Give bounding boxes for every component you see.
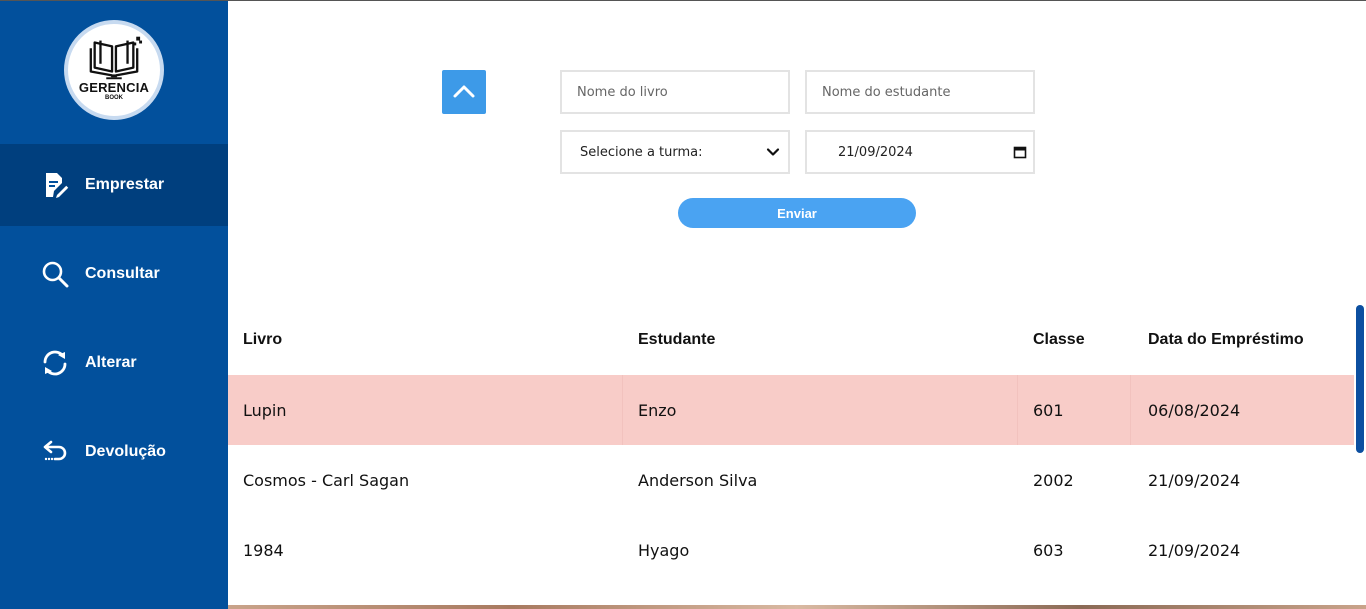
cell-data: 06/08/2024 [1148, 400, 1241, 420]
sidebar-item-consultar[interactable]: Consultar [0, 233, 228, 315]
brand-subtitle: BOOK [105, 95, 123, 101]
column-header-data: Data do Empréstimo [1148, 331, 1304, 348]
cell-livro: 1984 [243, 540, 284, 560]
table-header: Livro Estudante Classe Data do Empréstim… [228, 305, 1354, 375]
book-name-field[interactable] [560, 70, 790, 114]
chevron-down-icon [766, 145, 780, 159]
chevron-up-icon [453, 85, 475, 98]
collapse-form-button[interactable] [442, 70, 486, 114]
loans-table: Livro Estudante Classe Data do Empréstim… [228, 305, 1354, 585]
table-row[interactable]: Cosmos - Carl Sagan Anderson Silva 2002 … [228, 445, 1354, 515]
cell-livro: Lupin [228, 375, 623, 445]
sidebar-item-label: Alterar [85, 354, 137, 371]
column-header-estudante: Estudante [638, 331, 716, 348]
class-select-value: Selecione a turma: [580, 144, 703, 160]
sidebar-item-emprestar[interactable]: Emprestar [0, 144, 228, 226]
book-logo-icon [89, 36, 143, 80]
sidebar: GERENCIA BOOK Emprestar Consultar Altera… [0, 0, 228, 609]
book-name-input[interactable] [577, 84, 788, 100]
cell-classe: 2002 [1033, 470, 1074, 490]
scrollbar-thumb[interactable] [1356, 305, 1364, 453]
date-field[interactable]: 21/09/2024 [805, 130, 1035, 174]
cell-classe: 603 [1033, 540, 1064, 560]
cell-estudante: Anderson Silva [638, 470, 758, 490]
cell-data: 21/09/2024 [1148, 470, 1241, 490]
column-header-classe: Classe [1033, 331, 1085, 348]
top-border [0, 0, 1366, 1]
student-name-input[interactable] [822, 84, 1033, 100]
cell-classe: 601 [1018, 375, 1131, 445]
table-row[interactable]: Lupin Enzo 601 06/08/2024 [228, 375, 1354, 445]
refresh-icon [40, 348, 70, 378]
sidebar-item-label: Devolução [85, 443, 166, 460]
cell-livro: Cosmos - Carl Sagan [243, 470, 410, 490]
student-name-field[interactable] [805, 70, 1035, 114]
column-header-livro: Livro [243, 331, 283, 348]
sidebar-item-devolucao[interactable]: Devolução [0, 411, 228, 493]
edit-document-icon [40, 170, 70, 200]
brand-name: GERENCIA [78, 80, 150, 95]
return-arrow-icon [40, 437, 70, 467]
table-row[interactable]: 1984 Hyago 603 21/09/2024 [228, 515, 1354, 585]
search-icon [40, 259, 70, 289]
calendar-icon[interactable] [1013, 145, 1027, 159]
app-logo[interactable]: GERENCIA BOOK [64, 20, 164, 120]
cell-estudante: Enzo [623, 375, 1018, 445]
submit-button[interactable]: Enviar [678, 198, 916, 228]
sidebar-item-label: Emprestar [85, 176, 165, 193]
sidebar-item-alterar[interactable]: Alterar [0, 322, 228, 404]
class-select[interactable]: Selecione a turma: [560, 130, 790, 174]
cell-data: 21/09/2024 [1148, 540, 1241, 560]
background-image-strip [228, 605, 1366, 609]
sidebar-item-label: Consultar [85, 265, 160, 282]
cell-estudante: Hyago [638, 540, 690, 560]
date-value: 21/09/2024 [838, 144, 913, 160]
